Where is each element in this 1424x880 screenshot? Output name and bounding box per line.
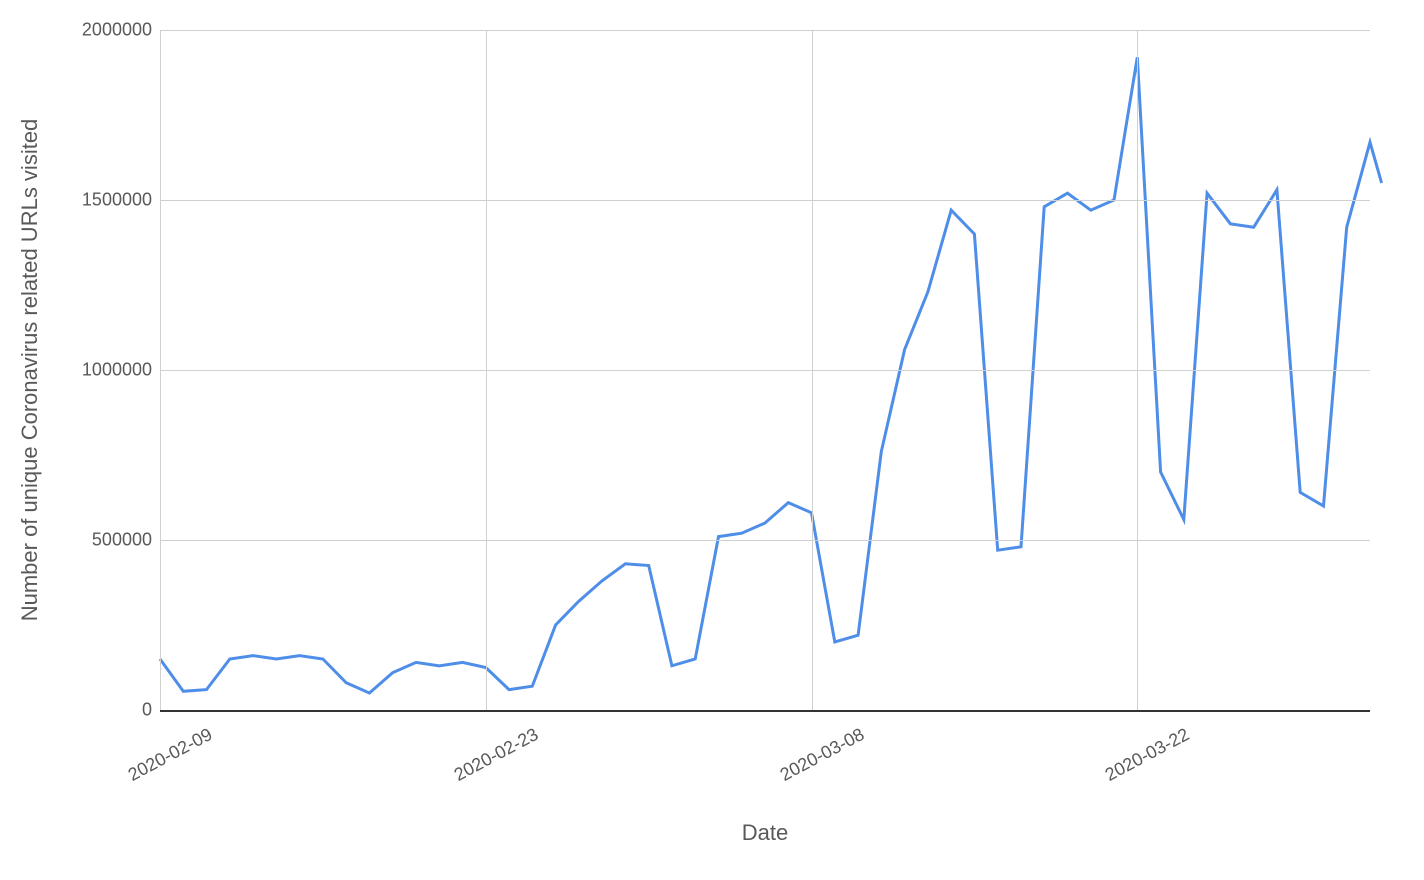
gridline-horizontal [160, 540, 1370, 541]
gridline-vertical [812, 30, 813, 710]
gridline-vertical [486, 30, 487, 710]
line-series [160, 57, 1382, 693]
y-tick-label: 500000 [32, 530, 152, 551]
y-tick-label: 1000000 [32, 360, 152, 381]
y-tick-label: 2000000 [32, 20, 152, 41]
x-axis-title: Date [742, 820, 788, 846]
x-tick-label: 2020-03-08 [776, 724, 867, 786]
x-tick-label: 2020-02-23 [451, 724, 542, 786]
x-tick-label: 2020-03-22 [1102, 724, 1193, 786]
chart-container: Number of unique Coronavirus related URL… [0, 0, 1424, 880]
y-tick-label: 0 [32, 700, 152, 721]
x-tick-label: 2020-02-09 [125, 724, 216, 786]
plot-area [160, 30, 1370, 712]
gridline-vertical [160, 30, 161, 710]
gridline-horizontal [160, 200, 1370, 201]
gridline-horizontal [160, 370, 1370, 371]
gridline-horizontal [160, 30, 1370, 31]
gridline-vertical [1137, 30, 1138, 710]
y-tick-label: 1500000 [32, 190, 152, 211]
